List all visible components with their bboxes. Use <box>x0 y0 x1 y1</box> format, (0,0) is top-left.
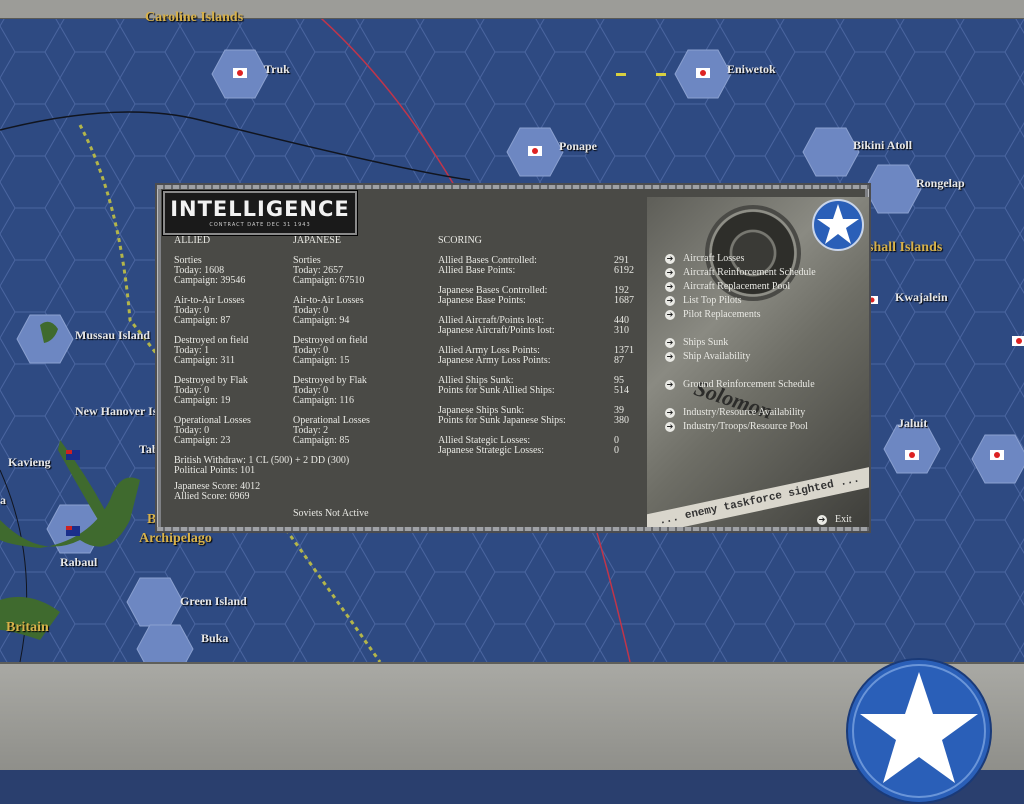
link-aircraft-replacement-pool[interactable]: ➔ Aircraft Replacement Pool <box>665 280 865 294</box>
score-row: Points for Sunk Japanese Ships: 380 <box>438 415 629 426</box>
map-label-rongelap[interactable]: Rongelap <box>916 176 965 191</box>
map-label-mussau-island[interactable]: Mussau Island <box>75 328 150 343</box>
map-label-archipelago: Archipelago <box>139 531 212 546</box>
map-label-new-britain: Britain <box>6 620 49 635</box>
map-label-new-hanover[interactable]: New Hanover Is <box>75 404 157 419</box>
allied-score: Allied Score: 6969 <box>174 491 250 502</box>
link-list-top-pilots[interactable]: ➔ List Top Pilots <box>665 294 865 308</box>
scoring-header: SCORING <box>438 235 482 246</box>
score-row: Japanese Base Points: 1687 <box>438 295 634 306</box>
map-label-green-island[interactable]: Green Island <box>180 594 247 609</box>
link-ground-reinforcement-schedule[interactable]: ➔ Ground Reinforcement Schedule <box>665 378 865 392</box>
japanese-sorties-campaign: Campaign: 67510 <box>293 275 365 286</box>
link-aircraft-losses[interactable]: ➔ Aircraft Losses <box>665 252 865 266</box>
link-ships-sunk[interactable]: ➔ Ships Sunk <box>665 336 865 350</box>
japanese-a2a-campaign: Campaign: 94 <box>293 315 350 326</box>
map-label-caroline-islands: Caroline Islands <box>145 10 244 25</box>
arrow-right-icon: ➔ <box>817 515 827 525</box>
dialog-title: INTELLIGENCE <box>170 197 350 221</box>
dialog-body: Solomon ... enemy taskforce sighted ... … <box>161 189 869 527</box>
report-links: ➔ Aircraft Losses ➔ Aircraft Reinforcement… <box>665 252 865 434</box>
dialog-subtitle: CONTRACT DATE DEC 31 1943 <box>209 222 311 228</box>
exit-button[interactable]: ➔ Exit <box>817 514 852 526</box>
dialog-title-plate: INTELLIGENCE CONTRACT DATE DEC 31 1943 <box>163 191 357 235</box>
japanese-header: JAPANESE <box>293 235 341 246</box>
map-label-kavieng[interactable]: Kavieng <box>8 455 51 470</box>
map-label-ponape[interactable]: Ponape <box>559 139 597 154</box>
score-row: Japanese Strategic Losses: 0 <box>438 445 619 456</box>
japanese-column: JAPANESE Sorties Today: 2657 Campaign: 6… <box>293 236 370 446</box>
link-pilot-replacements[interactable]: ➔ Pilot Replacements <box>665 308 865 322</box>
score-row: Allied Base Points: 6192 <box>438 265 634 276</box>
map-label-bikini-atoll[interactable]: Bikini Atoll <box>853 138 912 153</box>
japanese-field-campaign: Campaign: 15 <box>293 355 350 366</box>
arrow-right-icon: ➔ <box>665 422 675 432</box>
arrow-right-icon: ➔ <box>665 338 675 348</box>
map-label-truk[interactable]: Truk <box>264 62 290 77</box>
arrow-right-icon: ➔ <box>665 380 675 390</box>
link-aircraft-reinforcement-schedule[interactable]: ➔ Aircraft Reinforcement Schedule <box>665 266 865 280</box>
map-label-rabaul[interactable]: Rabaul <box>60 555 97 570</box>
map-label-kwajalein[interactable]: Kwajalein <box>895 290 948 305</box>
scoring-column: SCORING Allied Bases Controlled: 291 Alli… <box>438 236 648 456</box>
link-ship-availability[interactable]: ➔ Ship Availability <box>665 350 865 364</box>
link-industry-resource-availability[interactable]: ➔ Industry/Resource Availability <box>665 406 865 420</box>
japanese-ops-campaign: Campaign: 85 <box>293 435 350 446</box>
intelligence-dialog: Solomon ... enemy taskforce sighted ... … <box>155 183 871 533</box>
arrow-right-icon: ➔ <box>665 408 675 418</box>
dialog-frame-bottom <box>157 527 869 531</box>
map-label-jaluit[interactable]: Jaluit <box>898 416 927 431</box>
map-label-eniwetok[interactable]: Eniwetok <box>727 62 776 77</box>
score-row: Points for Sunk Allied Ships: 514 <box>438 385 629 396</box>
soviets-status: Soviets Not Active <box>293 508 369 519</box>
allied-star-icon[interactable] <box>846 658 992 804</box>
arrow-right-icon: ➔ <box>665 282 675 292</box>
link-industry-troops-resource-pool[interactable]: ➔ Industry/Troops/Resource Pool <box>665 420 865 434</box>
political-points: Political Points: 101 <box>174 465 256 476</box>
map-label-marshall-islands: shall Islands <box>868 240 943 255</box>
dialog-star-icon <box>812 199 864 251</box>
arrow-right-icon: ➔ <box>665 268 675 278</box>
score-row: Japanese Army Loss Points: 87 <box>438 355 624 366</box>
arrow-right-icon: ➔ <box>665 352 675 362</box>
score-row: Japanese Aircraft/Points lost: 310 <box>438 325 629 336</box>
japanese-flak-campaign: Campaign: 116 <box>293 395 355 406</box>
map-label-edge: a <box>0 493 6 507</box>
arrow-right-icon: ➔ <box>665 310 675 320</box>
arrow-right-icon: ➔ <box>665 254 675 264</box>
map-label-buka[interactable]: Buka <box>201 631 228 646</box>
arrow-right-icon: ➔ <box>665 296 675 306</box>
